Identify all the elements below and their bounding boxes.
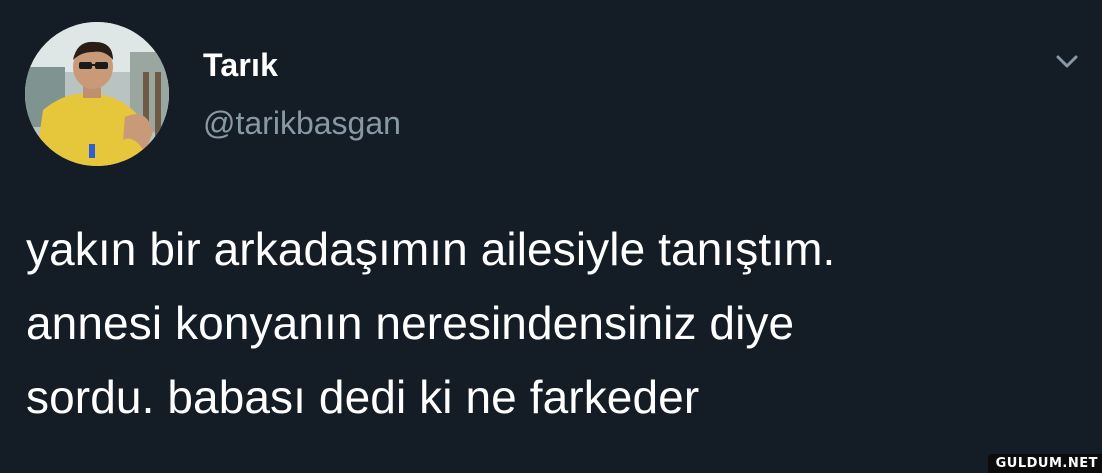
tweet-text: yakın bir arkadaşımın ailesiyle tanıştım… [26,223,836,423]
site-watermark: GULDUM.NET [987,454,1102,473]
chevron-down-icon[interactable] [1050,48,1084,74]
tweet-card: Tarık @tarikbasgan yakın bir arkadaşımın… [0,0,1102,473]
username-handle[interactable]: @tarikbasgan [203,105,401,142]
avatar[interactable] [25,22,169,166]
display-name[interactable]: Tarık [203,47,278,84]
profile-photo-icon [25,22,169,166]
chevron-down-icon-glyph [1056,55,1078,68]
